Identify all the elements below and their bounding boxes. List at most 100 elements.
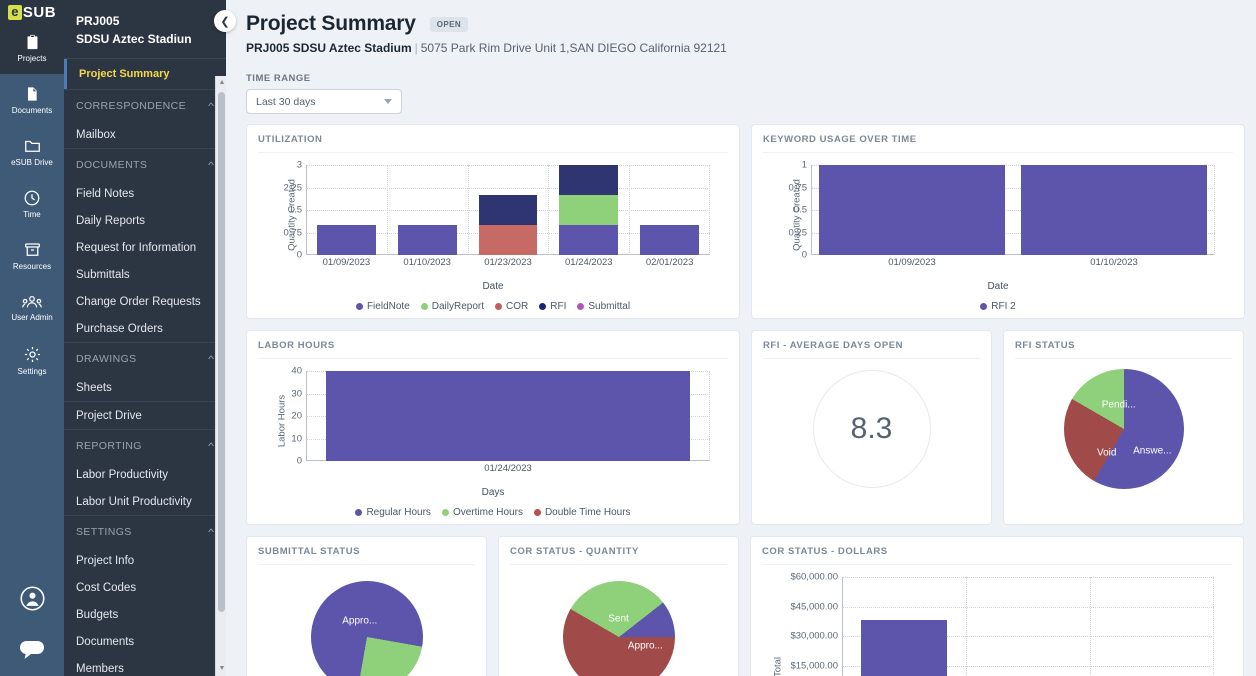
sidebar-collapse-button[interactable]: ❮ bbox=[214, 10, 236, 32]
time-range-label: TIME RANGE bbox=[246, 73, 311, 84]
gear-icon bbox=[23, 345, 42, 364]
nav-section-label: DRAWINGS bbox=[76, 353, 137, 365]
rail-item-user-admin[interactable]: User Admin bbox=[0, 282, 64, 334]
legend-item[interactable]: Double Time Hours bbox=[533, 507, 631, 518]
nav-item-project-summary[interactable]: Project Summary bbox=[64, 59, 226, 89]
nav-item-daily-reports[interactable]: Daily Reports bbox=[64, 207, 226, 234]
pie-slice-label: Appro... bbox=[627, 640, 663, 652]
nav-item-mailbox[interactable]: Mailbox bbox=[64, 121, 226, 148]
bar-segment[interactable] bbox=[559, 165, 619, 195]
nav-scrollbar[interactable]: ▲ ▼ bbox=[215, 76, 226, 676]
bar-segment[interactable] bbox=[478, 195, 538, 226]
rail-item-label: Projects bbox=[17, 54, 47, 63]
y-tick: 30 bbox=[291, 388, 302, 399]
bar-segment[interactable] bbox=[326, 371, 690, 461]
nav-item-members[interactable]: Members bbox=[64, 655, 226, 676]
nav-list: Project Summary CORRESPONDENCE ^ Mailbox… bbox=[64, 58, 226, 676]
nav-item-change-order-requests[interactable]: Change Order Requests bbox=[64, 288, 226, 315]
rail-item-projects[interactable]: Projects bbox=[0, 22, 64, 74]
legend-dot bbox=[355, 303, 363, 310]
scroll-up-arrow-icon[interactable]: ▲ bbox=[218, 79, 226, 87]
subtitle-separator: | bbox=[414, 41, 418, 55]
x-tick: 01/24/2023 bbox=[565, 257, 613, 268]
legend-label: COR bbox=[506, 301, 529, 312]
pie-chart[interactable]: Appro... Replac... bbox=[310, 581, 423, 676]
rail-item-settings[interactable]: Settings bbox=[0, 334, 64, 386]
legend-item[interactable]: RFI bbox=[539, 301, 566, 312]
project-name-line: PRJ005 SDSU Aztec Stadium bbox=[246, 41, 412, 55]
legend-item[interactable]: Regular Hours bbox=[355, 507, 431, 518]
legend-item[interactable]: RFI 2 bbox=[980, 301, 1016, 312]
nav-item-sheets[interactable]: Sheets bbox=[64, 374, 226, 401]
rail-item-resources[interactable]: Resources bbox=[0, 230, 64, 282]
rail-item-time[interactable]: Time bbox=[0, 178, 64, 230]
pie-wrapper: Appro... Replac... bbox=[258, 565, 475, 676]
nav-item-cost-codes[interactable]: Cost Codes bbox=[64, 574, 226, 601]
nav-section-documents[interactable]: DOCUMENTS ^ bbox=[64, 148, 226, 180]
legend-item[interactable]: COR bbox=[495, 301, 528, 312]
nav-section-label: CORRESPONDENCE bbox=[76, 100, 187, 112]
nav-item-labor-unit-productivity[interactable]: Labor Unit Productivity bbox=[64, 488, 226, 515]
card-body: Quantity Created 1 0.75 0.5 0.25 0 01/09… bbox=[763, 153, 1233, 312]
chevron-up-icon: ^ bbox=[208, 441, 215, 451]
bar-segment[interactable] bbox=[316, 225, 376, 255]
pie-slice-label: Void bbox=[1096, 447, 1117, 459]
bar-segment[interactable] bbox=[1021, 165, 1207, 255]
time-range-select[interactable]: Last 30 days bbox=[246, 89, 402, 114]
nav-item-project-info[interactable]: Project Info bbox=[64, 547, 226, 574]
x-tick: 01/09/2023 bbox=[322, 257, 371, 268]
card-title: RFI STATUS bbox=[1015, 340, 1232, 359]
nav-section-drawings[interactable]: DRAWINGS ^ bbox=[64, 342, 226, 374]
nav-item-documents-settings[interactable]: Documents bbox=[64, 628, 226, 655]
nav-project-code: PRJ005 bbox=[76, 14, 120, 28]
scroll-down-arrow-icon[interactable]: ▼ bbox=[218, 665, 226, 673]
bar-segment[interactable] bbox=[559, 195, 619, 225]
bar-segment[interactable] bbox=[397, 225, 457, 255]
nav-scrollbar-thumb[interactable] bbox=[218, 92, 225, 612]
nav-project-name: SDSU Aztec Stadiun bbox=[76, 32, 192, 46]
bar-segment[interactable] bbox=[559, 225, 619, 255]
nav-item-purchase-orders[interactable]: Purchase Orders bbox=[64, 315, 226, 342]
y-axis-label: Labor Hours bbox=[276, 394, 288, 448]
legend-item[interactable]: Overtime Hours bbox=[441, 507, 523, 518]
bar-segment[interactable] bbox=[478, 225, 538, 255]
rail-item-documents[interactable]: Documents bbox=[0, 74, 64, 126]
pie-chart[interactable]: Pendi... Answe... Void bbox=[1063, 369, 1184, 489]
nav-item-labor-productivity[interactable]: Labor Productivity bbox=[64, 461, 226, 488]
nav-item-field-notes[interactable]: Field Notes bbox=[64, 180, 226, 207]
pie-wrapper: Sent Appro... Draft bbox=[510, 565, 727, 676]
rail-item-label: User Admin bbox=[11, 313, 53, 322]
bar-segment[interactable] bbox=[640, 225, 700, 255]
legend-item[interactable]: DailyReport bbox=[420, 301, 485, 312]
icon-rail: eSUB Projects Documents eSUB Drive Time bbox=[0, 0, 64, 676]
legend-item[interactable]: FieldNote bbox=[355, 301, 410, 312]
legend-dot bbox=[495, 303, 503, 310]
y-tick: 0.75 bbox=[788, 182, 808, 193]
card-body: Labor Hours 40 30 20 10 0 01/24/2023 Day… bbox=[258, 359, 728, 518]
nav-project-header: PRJ005 SDSU Aztec Stadiun bbox=[64, 0, 226, 58]
bar-segment[interactable] bbox=[819, 165, 1005, 255]
nav-section-correspondence[interactable]: CORRESPONDENCE ^ bbox=[64, 89, 226, 121]
chat-bubble-icon[interactable] bbox=[17, 639, 47, 666]
nav-item-project-drive[interactable]: Project Drive bbox=[64, 401, 226, 430]
nav-item-submittals[interactable]: Submittals bbox=[64, 261, 226, 288]
legend-label: DailyReport bbox=[431, 301, 485, 312]
y-tick: 40 bbox=[291, 365, 302, 377]
card-title: COR STATUS - DOLLARS bbox=[762, 546, 1232, 565]
nav-item-budgets[interactable]: Budgets bbox=[64, 601, 226, 628]
card-title: LABOR HOURS bbox=[258, 340, 728, 359]
x-axis-label: Date bbox=[482, 281, 504, 292]
rail-item-esub-drive[interactable]: eSUB Drive bbox=[0, 126, 64, 178]
bar-segment[interactable] bbox=[860, 619, 948, 676]
user-circle-icon[interactable] bbox=[19, 585, 46, 617]
nav-section-settings[interactable]: SETTINGS ^ bbox=[64, 515, 226, 547]
y-tick: 0 bbox=[296, 249, 302, 261]
legend-item[interactable]: Submittal bbox=[577, 301, 630, 312]
nav-item-request-for-information[interactable]: Request for Information bbox=[64, 234, 226, 261]
nav-section-reporting[interactable]: REPORTING ^ bbox=[64, 430, 226, 461]
pie-chart[interactable]: Sent Appro... Draft bbox=[562, 581, 675, 676]
dashboard-row-3: SUBMITTAL STATUS Appro... Replac... COR … bbox=[246, 536, 1247, 676]
time-range-value: Last 30 days bbox=[256, 95, 316, 108]
page-title: Project Summary bbox=[246, 12, 416, 35]
main-content: Project Summary OPEN PRJ005 SDSU Aztec S… bbox=[226, 0, 1256, 676]
